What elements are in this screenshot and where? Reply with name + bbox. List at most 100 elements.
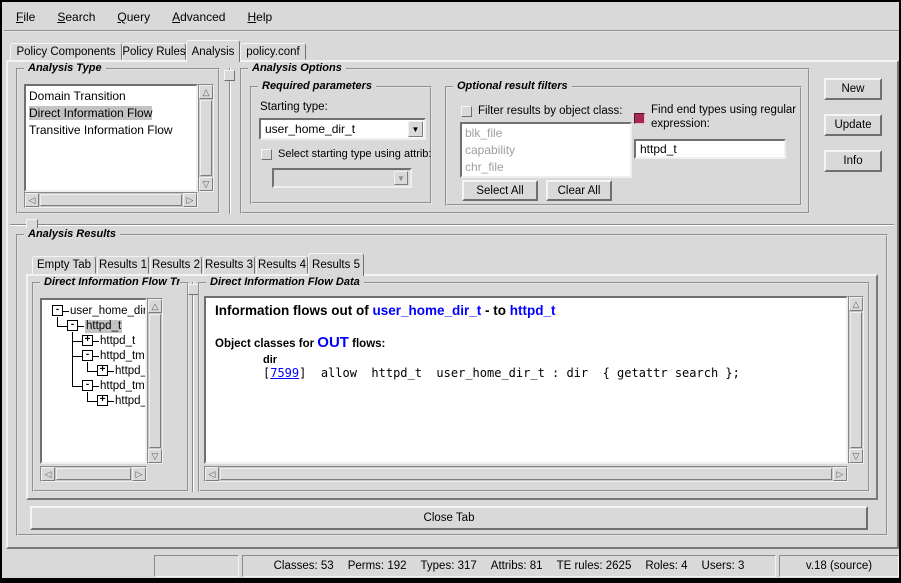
attrib-checkbox-label: Select starting type using attrib: (278, 148, 431, 160)
scroll-left-icon[interactable]: ◁ (205, 467, 219, 481)
scroll-thumb[interactable] (56, 468, 131, 480)
list-item: blk_file (462, 125, 630, 142)
menu-file[interactable]: File (16, 10, 35, 24)
scroll-down-icon[interactable]: ▽ (849, 449, 863, 463)
select-all-button[interactable]: Select All (462, 180, 538, 201)
scroll-right-icon[interactable]: ▷ (183, 193, 197, 207)
update-button[interactable]: Update (824, 114, 882, 136)
tree-expand-icon[interactable]: + (97, 365, 108, 376)
list-item[interactable]: Direct Information Flow (26, 105, 196, 122)
flow-tree-title: Direct Information Flow Tree (40, 276, 180, 288)
tree-item[interactable]: httpd_t (115, 365, 147, 378)
tab-results-4[interactable]: Results 4 (256, 256, 308, 274)
clear-all-button[interactable]: Clear All (546, 180, 612, 201)
scroll-right-icon[interactable]: ▷ (833, 467, 847, 481)
tree-item[interactable]: user_home_dir_t (70, 305, 147, 318)
list-item[interactable]: Transitive Information Flow (26, 122, 196, 139)
stat-roles: Roles: 4 (645, 560, 687, 572)
object-class-listbox: blk_file capability chr_file (460, 122, 632, 178)
tab-results-5[interactable]: Results 5 (308, 253, 364, 276)
analysis-type-hscroll[interactable]: ◁ ▷ (24, 192, 198, 208)
tab-results-2[interactable]: Results 2 (150, 256, 202, 274)
tab-results-3[interactable]: Results 3 (203, 256, 255, 274)
pane-sash-vertical[interactable] (229, 68, 231, 214)
tab-analysis[interactable]: Analysis (186, 40, 240, 62)
close-tab-button[interactable]: Close Tab (30, 506, 868, 530)
rule-line: [7599] allow httpd_t user_home_dir_t : d… (263, 366, 837, 380)
object-class-name: dir (263, 354, 837, 366)
scroll-up-icon[interactable]: △ (199, 85, 213, 99)
tab-policy-conf[interactable]: policy.conf (240, 43, 306, 60)
scroll-thumb[interactable] (149, 314, 161, 448)
tree-expand-icon[interactable]: + (97, 395, 108, 406)
scroll-left-icon[interactable]: ◁ (25, 193, 39, 207)
tab-policy-components[interactable]: Policy Components (10, 43, 122, 60)
rule-number-link[interactable]: 7599 (270, 366, 299, 380)
menu-help[interactable]: Help (247, 10, 272, 24)
flow-direction: OUT (317, 334, 349, 351)
scroll-left-icon[interactable]: ◁ (41, 467, 55, 481)
analysis-type-vscroll[interactable]: △ ▽ (198, 84, 214, 192)
tree-item[interactable]: httpd_t (115, 395, 147, 408)
tree-expand-icon[interactable]: + (82, 335, 93, 346)
starting-type-value: user_home_dir_t (265, 122, 355, 136)
pane-sash-horizontal[interactable] (10, 224, 894, 226)
policy-version: v.18 (source) (806, 560, 872, 572)
tree-item[interactable]: httpd_t (85, 320, 122, 333)
tree-collapse-icon[interactable]: - (67, 320, 78, 331)
stat-te-rules: TE rules: 2625 (557, 560, 632, 572)
regex-input[interactable] (634, 139, 786, 159)
scroll-down-icon[interactable]: ▽ (148, 449, 162, 463)
flow-tree[interactable]: - - + - + - + user_home_dir_t httpd_t ht… (40, 298, 147, 464)
tree-collapse-icon[interactable]: - (52, 305, 63, 316)
tree-hscroll[interactable]: ◁ ▷ (40, 466, 147, 482)
menu-bar: File Search Query Advanced Help (4, 4, 899, 32)
tree-vscroll[interactable]: △ ▽ (147, 298, 163, 464)
required-parameters-title: Required parameters (258, 80, 376, 92)
menu-query[interactable]: Query (117, 10, 150, 24)
scroll-right-icon[interactable]: ▷ (132, 467, 146, 481)
stat-users: Users: 3 (702, 560, 745, 572)
scroll-up-icon[interactable]: △ (148, 299, 162, 313)
analysis-type-listbox[interactable]: Domain Transition Direct Information Flo… (24, 84, 198, 192)
filter-object-class-checkbox[interactable] (461, 106, 472, 117)
flow-data-text: Information flows out of user_home_dir_t… (204, 296, 848, 464)
sash-handle[interactable] (224, 70, 235, 81)
status-version-box: v.18 (source) (779, 555, 899, 577)
list-item[interactable]: Domain Transition (26, 88, 196, 105)
new-button[interactable]: New (824, 78, 882, 100)
menu-advanced[interactable]: Advanced (172, 10, 225, 24)
attrib-combobox-disabled (272, 168, 412, 188)
scroll-thumb[interactable] (200, 100, 212, 176)
results-sash-vertical[interactable] (192, 282, 194, 492)
regex-checkbox-label-line1: Find end types using regular (651, 104, 796, 116)
analysis-results-title: Analysis Results (24, 228, 120, 240)
regex-checkbox-label-line2: expression: (651, 118, 710, 130)
result-subheading: Object classes for OUT flows: (215, 334, 837, 351)
scroll-thumb[interactable] (220, 468, 832, 480)
tree-collapse-icon[interactable]: - (82, 350, 93, 361)
analysis-type-title: Analysis Type (24, 62, 106, 74)
scroll-thumb[interactable] (850, 312, 862, 448)
starting-type-combobox[interactable]: user_home_dir_t (259, 118, 426, 140)
attrib-checkbox[interactable] (261, 149, 272, 160)
tree-collapse-icon[interactable]: - (82, 380, 93, 391)
start-type: user_home_dir_t (372, 303, 481, 318)
data-hscroll[interactable]: ◁ ▷ (204, 466, 848, 482)
result-heading: Information flows out of user_home_dir_t… (215, 303, 837, 318)
tree-item[interactable]: httpd_t (100, 335, 135, 348)
tree-item[interactable]: httpd_tmpfs_t (100, 380, 147, 393)
data-vscroll[interactable]: △ ▽ (848, 296, 864, 464)
tree-item[interactable]: httpd_tmp_t (100, 350, 147, 363)
chevron-down-icon[interactable]: ▼ (408, 121, 423, 137)
scroll-thumb[interactable] (40, 194, 182, 206)
tab-policy-rules[interactable]: Policy Rules (122, 43, 186, 60)
info-button[interactable]: Info (824, 150, 882, 172)
scroll-up-icon[interactable]: △ (849, 297, 863, 311)
tab-results-1[interactable]: Results 1 (97, 256, 149, 274)
tab-empty[interactable]: Empty Tab (32, 256, 96, 274)
scroll-down-icon[interactable]: ▽ (199, 177, 213, 191)
menu-search[interactable]: Search (57, 10, 95, 24)
stat-perms: Perms: 192 (348, 560, 407, 572)
regex-checkbox[interactable] (634, 113, 645, 124)
